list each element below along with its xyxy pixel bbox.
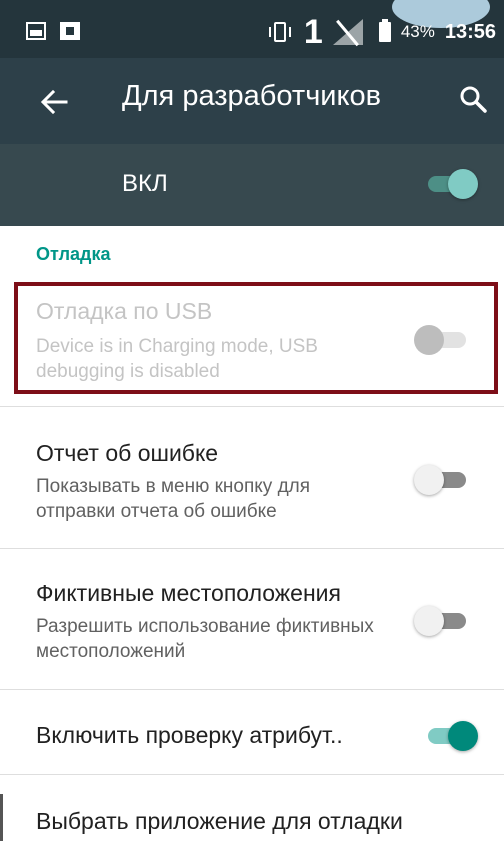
section-header-debugging: Отладка: [36, 244, 111, 264]
pref-title: Выбрать приложение для отладки: [36, 808, 403, 834]
battery-percent: 43%: [400, 22, 435, 41]
image-notification-icon: [26, 22, 46, 40]
bug-report-toggle[interactable]: [412, 462, 472, 496]
page-title: Для разработчиков: [122, 80, 382, 112]
scroll-indicator: [0, 794, 3, 841]
master-switch-toggle[interactable]: [422, 166, 482, 200]
attribute-verification-toggle[interactable]: [422, 718, 482, 752]
back-arrow-icon[interactable]: [36, 84, 72, 120]
pref-title: Включить проверку атрибут..: [36, 722, 343, 748]
pref-title: Фиктивные местоположения: [36, 580, 341, 606]
divider: [0, 548, 504, 549]
mock-locations-toggle[interactable]: [412, 603, 472, 637]
status-clock: 13:56: [444, 20, 496, 43]
sim-slot-indicator: 1: [303, 13, 323, 51]
divider: [0, 689, 504, 690]
no-signal-icon: [332, 19, 363, 47]
master-switch-bar[interactable]: ВКЛ: [0, 144, 504, 226]
vibrate-icon: [266, 21, 294, 43]
pref-summary: Разрешить использование фиктивных местоп…: [36, 616, 374, 662]
battery-icon: [378, 19, 391, 42]
status-bar: 1 43% 13:56: [0, 0, 504, 58]
search-icon[interactable]: [456, 82, 492, 118]
app-notification-icon: [60, 22, 80, 40]
pref-summary: Показывать в меню кнопку для отправки от…: [36, 476, 311, 522]
master-switch-label: ВКЛ: [122, 170, 168, 197]
pref-title: Отчет об ошибке: [36, 440, 219, 466]
divider: [0, 774, 504, 775]
highlight-frame: [14, 282, 498, 394]
divider: [0, 406, 504, 407]
toolbar: Для разработчиков: [0, 58, 504, 144]
